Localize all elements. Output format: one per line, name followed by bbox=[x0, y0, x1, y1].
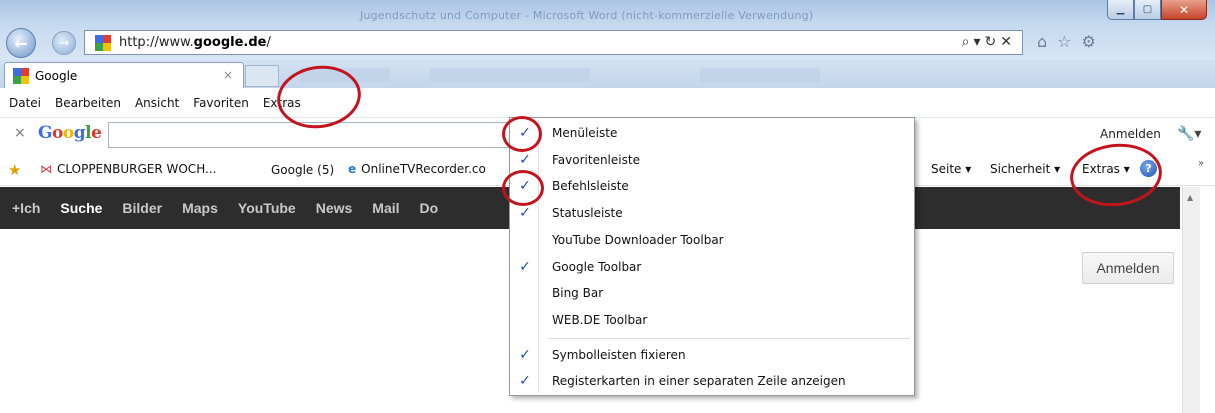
window-controls: ▁ ▢ ✕ bbox=[1107, 0, 1207, 20]
title-bar: Jugendschutz und Computer - Microsoft Wo… bbox=[0, 0, 1215, 60]
menu-bearbeiten[interactable]: Bearbeiten bbox=[55, 96, 121, 110]
more-chevron-icon[interactable]: » bbox=[1198, 158, 1204, 169]
background-document-ribbon bbox=[430, 68, 590, 82]
menu-item-befehlsleiste[interactable]: ✓ Befehlsleiste bbox=[512, 173, 912, 199]
menu-item-menueleiste[interactable]: ✓ Menüleiste bbox=[512, 120, 912, 146]
gbar-plus[interactable]: +Ich bbox=[12, 200, 40, 216]
menu-favoriten[interactable]: Favoriten bbox=[193, 96, 249, 110]
toolbar-context-menu: ✓ Menüleiste ✓ Favoritenleiste ✓ Befehls… bbox=[509, 117, 915, 396]
check-icon: ✓ bbox=[519, 205, 531, 221]
menu-item-label: WEB.DE Toolbar bbox=[552, 313, 648, 327]
close-button[interactable]: ✕ bbox=[1161, 0, 1207, 20]
gbar-youtube[interactable]: YouTube bbox=[238, 200, 296, 216]
google-icon bbox=[250, 162, 266, 178]
gbar-bilder[interactable]: Bilder bbox=[122, 200, 162, 216]
menu-item-bing-bar[interactable]: Bing Bar bbox=[512, 280, 912, 306]
gbar-more[interactable]: Do bbox=[420, 200, 439, 216]
menu-item-label: Symbolleisten fixieren bbox=[552, 348, 686, 362]
command-sicherheit[interactable]: Sicherheit ▾ bbox=[990, 162, 1060, 176]
google-logo[interactable]: Google bbox=[38, 123, 102, 143]
menu-item-favoritenleiste[interactable]: ✓ Favoritenleiste bbox=[512, 147, 912, 173]
window-title: Jugendschutz und Computer - Microsoft Wo… bbox=[360, 9, 814, 22]
favorite-google[interactable]: Google (5) bbox=[250, 162, 334, 178]
menu-item-label: Registerkarten in einer separaten Zeile … bbox=[552, 374, 846, 388]
tab-close-icon[interactable]: × bbox=[223, 68, 233, 82]
check-icon: ✓ bbox=[519, 259, 531, 275]
bow-icon: ⋈ bbox=[40, 162, 52, 176]
tab-row: Google × bbox=[0, 60, 1215, 88]
google-favicon-icon bbox=[13, 67, 29, 84]
search-refresh-stop-icons[interactable]: ⌕▾↻✕ bbox=[962, 34, 1016, 50]
menu-datei[interactable]: Datei bbox=[9, 96, 41, 110]
favorite-cloppenburger[interactable]: ⋈ CLOPPENBURGER WOCH... bbox=[40, 162, 216, 176]
gbar-mail[interactable]: Mail bbox=[372, 200, 399, 216]
url-text: http://www.google.de/ bbox=[119, 35, 271, 50]
forward-button[interactable]: → bbox=[52, 31, 76, 55]
menu-item-statusleiste[interactable]: ✓ Statusleiste bbox=[512, 200, 912, 226]
minimize-button[interactable]: ▁ bbox=[1107, 0, 1134, 20]
check-icon: ✓ bbox=[519, 373, 531, 389]
menu-item-label: Befehlsleiste bbox=[552, 179, 629, 193]
favorites-star-icon[interactable]: ★ bbox=[8, 161, 21, 179]
menu-item-youtube-downloader[interactable]: YouTube Downloader Toolbar bbox=[512, 227, 912, 253]
favorite-onlinetvrecorder[interactable]: e OnlineTVRecorder.co bbox=[348, 162, 486, 176]
annotation-circle-menueleiste bbox=[502, 116, 542, 152]
check-icon: ✓ bbox=[519, 347, 531, 363]
background-document-ribbon bbox=[700, 68, 820, 82]
vertical-scrollbar[interactable]: ▲ bbox=[1182, 187, 1200, 413]
ie-icon: e bbox=[348, 162, 357, 176]
gbar-maps[interactable]: Maps bbox=[182, 200, 218, 216]
maximize-button[interactable]: ▢ bbox=[1134, 0, 1161, 20]
google-favicon-icon bbox=[95, 34, 111, 51]
toolbar-signin-link[interactable]: Anmelden bbox=[1100, 127, 1161, 141]
menu-item-label: Favoritenleiste bbox=[552, 153, 640, 167]
annotation-circle-befehlsleiste bbox=[502, 170, 544, 206]
check-icon: ✓ bbox=[519, 152, 531, 168]
menu-item-webde-toolbar[interactable]: WEB.DE Toolbar bbox=[512, 307, 912, 333]
address-bar[interactable]: http://www.google.de/ ⌕▾↻✕ bbox=[84, 30, 1023, 55]
menu-ansicht[interactable]: Ansicht bbox=[135, 96, 179, 110]
menu-item-label: Menüleiste bbox=[552, 126, 618, 140]
page-signin-button[interactable]: Anmelden bbox=[1082, 252, 1174, 284]
menu-item-label: Google Toolbar bbox=[552, 260, 642, 274]
menu-item-label: Statusleiste bbox=[552, 206, 623, 220]
tab-title: Google bbox=[35, 68, 78, 83]
gbar-news[interactable]: News bbox=[316, 200, 353, 216]
scroll-up-icon[interactable]: ▲ bbox=[1187, 193, 1193, 202]
gbar-suche[interactable]: Suche bbox=[60, 200, 102, 216]
toolbar-close-icon[interactable]: × bbox=[14, 125, 26, 141]
menu-item-label: YouTube Downloader Toolbar bbox=[552, 233, 724, 247]
back-button[interactable]: ← bbox=[6, 28, 36, 58]
menu-bar: Datei Bearbeiten Ansicht Favoriten Extra… bbox=[0, 88, 1215, 118]
menu-item-registerkarten-separate-zeile[interactable]: ✓ Registerkarten in einer separaten Zeil… bbox=[512, 368, 912, 394]
home-favorites-tools-icons[interactable]: ⌂☆⚙ bbox=[1037, 32, 1106, 51]
new-tab-button[interactable] bbox=[245, 65, 279, 87]
menu-item-label: Bing Bar bbox=[552, 286, 604, 300]
menu-separator bbox=[548, 338, 910, 339]
wrench-icon[interactable]: 🔧▾ bbox=[1177, 126, 1201, 142]
menu-item-symbolleisten-fixieren[interactable]: ✓ Symbolleisten fixieren bbox=[512, 342, 912, 368]
menu-item-google-toolbar[interactable]: ✓ Google Toolbar bbox=[512, 254, 912, 280]
tab-google[interactable]: Google × bbox=[4, 62, 244, 88]
command-seite[interactable]: Seite ▾ bbox=[931, 162, 971, 176]
